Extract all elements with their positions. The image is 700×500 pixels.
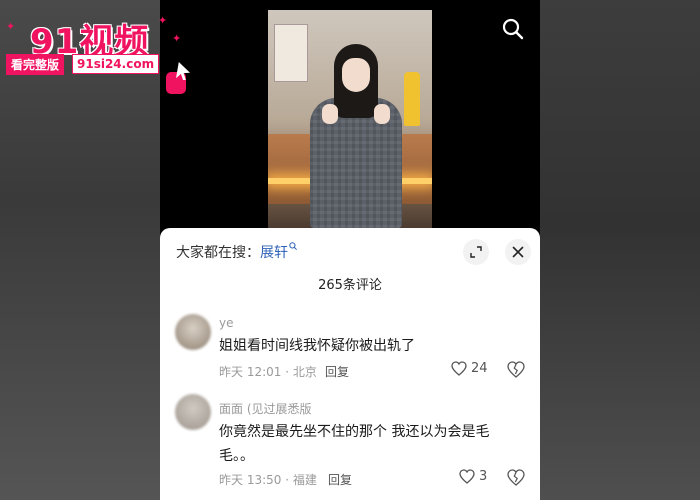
- video-frame[interactable]: [268, 10, 432, 228]
- heart-icon: [451, 361, 467, 376]
- sparkle-icon: ✦: [6, 20, 16, 33]
- trending-search-prefix: 大家都在搜：: [176, 245, 260, 261]
- reply-button[interactable]: 回复: [328, 471, 352, 488]
- avatar[interactable]: [175, 394, 211, 430]
- comment-text: 你竟然是最先坐不住的那个 我还以为会是毛毛。。: [219, 424, 490, 464]
- like-button[interactable]: 3: [459, 469, 487, 484]
- right-hand: [374, 104, 390, 124]
- reply-button[interactable]: 回复: [325, 363, 349, 380]
- search-icon[interactable]: [502, 18, 524, 40]
- like-count: 24: [471, 361, 488, 376]
- broken-heart-icon[interactable]: [507, 469, 525, 487]
- expand-icon[interactable]: [463, 239, 489, 265]
- broken-heart-icon[interactable]: [507, 361, 525, 379]
- screen: ✦ ✦ ✦ 91视频 看完整版 91si24.com 大家都在搜：展轩 265条…: [0, 0, 700, 500]
- left-hand: [322, 104, 338, 124]
- mini-search-icon: [289, 242, 297, 250]
- like-count: 3: [479, 469, 488, 484]
- wall-poster: [274, 24, 308, 82]
- sparkle-icon: ✦: [172, 32, 182, 45]
- comment-time-location: 昨天 13:50 · 福建: [219, 473, 317, 487]
- person: [304, 44, 408, 228]
- blurred-background-right: [540, 0, 700, 500]
- comment-text: 姐姐看时间线我怀疑你被出轨了: [219, 338, 415, 354]
- pointer-icon: [166, 62, 190, 94]
- trending-search-keyword[interactable]: 展轩: [260, 245, 288, 261]
- comment-count: 265条评论: [318, 278, 382, 293]
- close-icon[interactable]: [505, 239, 531, 265]
- comment-username[interactable]: ye: [219, 316, 233, 330]
- like-button[interactable]: 24: [451, 361, 488, 376]
- avatar[interactable]: [175, 314, 211, 350]
- comment-time-location: 昨天 12:01 · 北京: [219, 365, 317, 379]
- logo-tag: 看完整版: [6, 54, 65, 75]
- sparkle-icon: ✦: [158, 14, 168, 27]
- heart-icon: [459, 469, 475, 484]
- logo-url: 91si24.com: [72, 54, 160, 74]
- face: [342, 58, 370, 92]
- comment-sheet: 大家都在搜：展轩 265条评论 ye 姐姐看时间线我怀疑你被出轨了 昨天 12:…: [160, 228, 540, 500]
- trending-search[interactable]: 大家都在搜：展轩: [176, 242, 297, 262]
- comment-username[interactable]: 面面 (见过展悉版: [219, 400, 312, 417]
- watermark-logo: ✦ ✦ ✦ 91视频 看完整版 91si24.com: [6, 8, 191, 94]
